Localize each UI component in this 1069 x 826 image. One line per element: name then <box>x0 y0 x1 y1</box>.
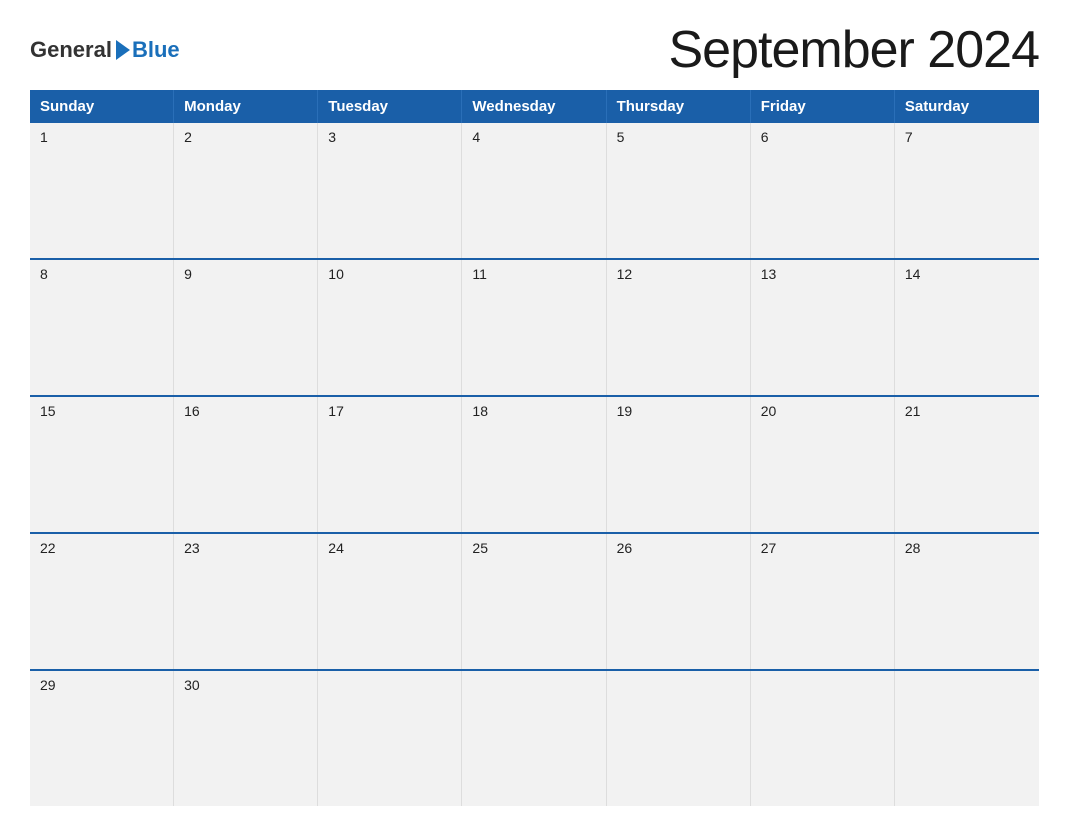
calendar-week-1: 1 2 3 4 5 6 7 <box>30 123 1039 258</box>
calendar-day-27[interactable]: 27 <box>751 534 895 669</box>
calendar-day-29[interactable]: 29 <box>30 671 174 806</box>
day-number: 24 <box>328 540 344 556</box>
day-number: 29 <box>40 677 56 693</box>
day-number: 20 <box>761 403 777 419</box>
calendar-day-1[interactable]: 1 <box>30 123 174 258</box>
calendar-week-4: 22 23 24 25 26 27 28 <box>30 532 1039 669</box>
header-sunday: Sunday <box>30 90 174 123</box>
calendar-week-2: 8 9 10 11 12 13 14 <box>30 258 1039 395</box>
day-number: 18 <box>472 403 488 419</box>
calendar-day-8[interactable]: 8 <box>30 260 174 395</box>
month-title: September 2024 <box>669 20 1040 80</box>
calendar-day-25[interactable]: 25 <box>462 534 606 669</box>
calendar-day-2[interactable]: 2 <box>174 123 318 258</box>
calendar-body: 1234567891011121314151617181920212223242… <box>30 123 1039 806</box>
day-number: 17 <box>328 403 344 419</box>
calendar-day-6[interactable]: 6 <box>751 123 895 258</box>
day-number: 8 <box>40 266 48 282</box>
day-number: 19 <box>617 403 633 419</box>
day-number: 7 <box>905 129 913 145</box>
calendar-page: General Blue September 2024 Sunday Monda… <box>0 0 1069 826</box>
day-number: 28 <box>905 540 921 556</box>
day-number: 5 <box>617 129 625 145</box>
calendar-day-10[interactable]: 10 <box>318 260 462 395</box>
logo-blue-text: Blue <box>132 37 180 63</box>
day-number: 4 <box>472 129 480 145</box>
calendar-day-empty-5[interactable] <box>751 671 895 806</box>
calendar-day-23[interactable]: 23 <box>174 534 318 669</box>
calendar-week-5: 29 30 <box>30 669 1039 806</box>
day-number: 10 <box>328 266 344 282</box>
header-monday: Monday <box>174 90 318 123</box>
day-number: 26 <box>617 540 633 556</box>
calendar-day-4[interactable]: 4 <box>462 123 606 258</box>
day-number: 25 <box>472 540 488 556</box>
day-number: 27 <box>761 540 777 556</box>
day-number: 22 <box>40 540 56 556</box>
calendar-day-11[interactable]: 11 <box>462 260 606 395</box>
day-number: 21 <box>905 403 921 419</box>
day-number: 3 <box>328 129 336 145</box>
calendar-day-16[interactable]: 16 <box>174 397 318 532</box>
day-number: 11 <box>472 266 487 282</box>
calendar-day-22[interactable]: 22 <box>30 534 174 669</box>
calendar-day-empty-2[interactable] <box>318 671 462 806</box>
day-number: 12 <box>617 266 633 282</box>
calendar-day-30[interactable]: 30 <box>174 671 318 806</box>
page-header: General Blue September 2024 <box>30 20 1039 80</box>
header-thursday: Thursday <box>607 90 751 123</box>
calendar-day-5[interactable]: 5 <box>607 123 751 258</box>
calendar-day-3[interactable]: 3 <box>318 123 462 258</box>
logo-triangle-icon <box>116 40 130 60</box>
calendar-day-13[interactable]: 13 <box>751 260 895 395</box>
day-number: 1 <box>40 129 48 145</box>
logo: General Blue <box>30 37 180 63</box>
calendar-day-empty-3[interactable] <box>462 671 606 806</box>
day-number: 16 <box>184 403 200 419</box>
day-number: 30 <box>184 677 200 693</box>
day-number: 15 <box>40 403 56 419</box>
calendar-day-15[interactable]: 15 <box>30 397 174 532</box>
day-number: 2 <box>184 129 192 145</box>
calendar-day-12[interactable]: 12 <box>607 260 751 395</box>
calendar-day-empty-6[interactable] <box>895 671 1039 806</box>
day-number: 13 <box>761 266 777 282</box>
calendar-day-20[interactable]: 20 <box>751 397 895 532</box>
day-number: 14 <box>905 266 921 282</box>
calendar: Sunday Monday Tuesday Wednesday Thursday… <box>30 90 1039 806</box>
header-wednesday: Wednesday <box>462 90 606 123</box>
calendar-day-26[interactable]: 26 <box>607 534 751 669</box>
day-number: 23 <box>184 540 200 556</box>
calendar-day-14[interactable]: 14 <box>895 260 1039 395</box>
logo-general-text: General <box>30 37 112 63</box>
calendar-day-19[interactable]: 19 <box>607 397 751 532</box>
calendar-day-9[interactable]: 9 <box>174 260 318 395</box>
header-friday: Friday <box>751 90 895 123</box>
day-number: 9 <box>184 266 192 282</box>
calendar-day-24[interactable]: 24 <box>318 534 462 669</box>
calendar-day-28[interactable]: 28 <box>895 534 1039 669</box>
header-saturday: Saturday <box>895 90 1039 123</box>
calendar-week-3: 15 16 17 18 19 20 21 <box>30 395 1039 532</box>
calendar-day-17[interactable]: 17 <box>318 397 462 532</box>
calendar-day-21[interactable]: 21 <box>895 397 1039 532</box>
calendar-day-18[interactable]: 18 <box>462 397 606 532</box>
day-number: 6 <box>761 129 769 145</box>
calendar-day-7[interactable]: 7 <box>895 123 1039 258</box>
calendar-header: Sunday Monday Tuesday Wednesday Thursday… <box>30 90 1039 123</box>
calendar-day-empty-4[interactable] <box>607 671 751 806</box>
header-tuesday: Tuesday <box>318 90 462 123</box>
